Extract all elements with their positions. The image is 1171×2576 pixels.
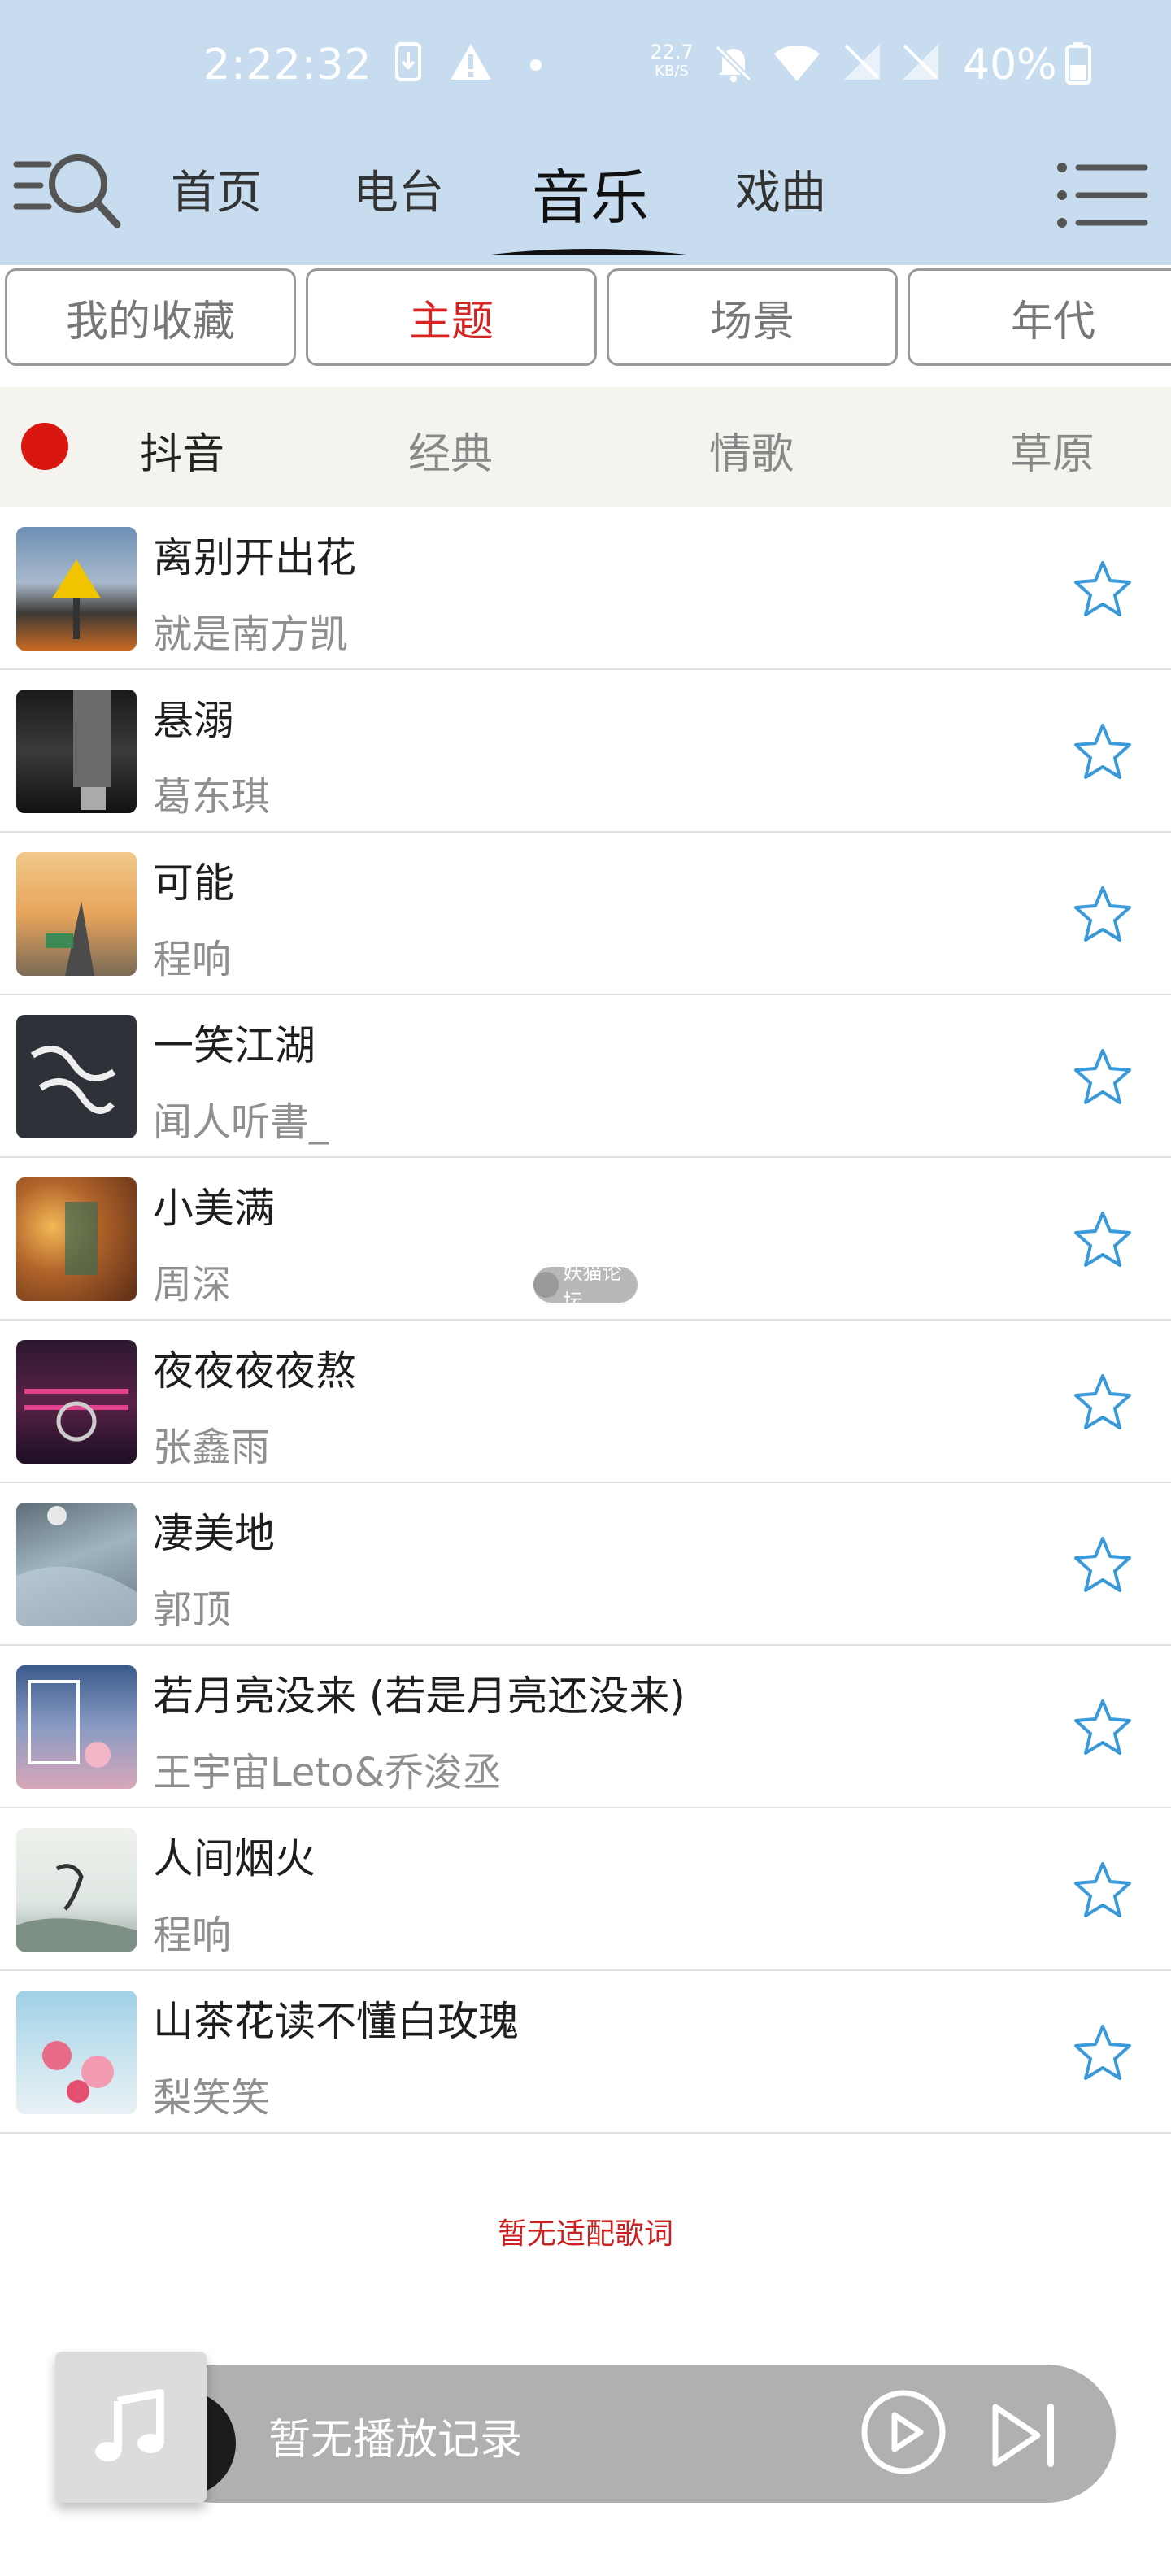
song-artist: 就是南方凯 xyxy=(153,611,349,657)
search-button[interactable] xyxy=(11,146,125,236)
net-speed-value: 22.7 xyxy=(650,41,694,63)
net-speed: 22.7 KB/S xyxy=(647,42,696,81)
song-artist: 王宇宙Leto&乔浚丞 xyxy=(153,1750,503,1795)
subtab-classic[interactable]: 经典 xyxy=(408,420,493,481)
star-icon[interactable] xyxy=(1072,720,1134,782)
category-scene[interactable]: 场景 xyxy=(607,268,898,366)
album-cover xyxy=(16,1340,137,1464)
star-icon[interactable] xyxy=(1072,2021,1134,2083)
song-row[interactable]: 若月亮没来 (若是月亮还没来) 王宇宙Leto&乔浚丞 xyxy=(0,1646,1171,1808)
status-bar: 2:22:32 22.7 KB/S 40% xyxy=(0,0,1171,130)
song-artist: 程响 xyxy=(153,937,232,982)
watermark-icon xyxy=(533,1272,559,1298)
subtab-love-songs[interactable]: 情歌 xyxy=(709,420,794,481)
song-title: 悬溺 xyxy=(153,697,234,744)
player-status-text: 暂无播放记录 xyxy=(268,2416,523,2465)
star-icon[interactable] xyxy=(1072,1859,1134,1921)
song-title: 山茶花读不懂白玫瑰 xyxy=(153,1998,519,2045)
song-row[interactable]: 凄美地 郭顶 xyxy=(0,1483,1171,1646)
skip-next-icon xyxy=(992,2404,1054,2467)
net-speed-unit: KB/S xyxy=(655,63,689,80)
song-row[interactable]: 一笑江湖 闻人听書_ xyxy=(0,995,1171,1158)
star-icon[interactable] xyxy=(1072,883,1134,945)
subtab-douyin[interactable]: 抖音 xyxy=(140,420,224,481)
dot-icon xyxy=(530,59,542,74)
song-title: 若月亮没来 (若是月亮还没来) xyxy=(153,1673,686,1720)
song-row[interactable]: 山茶花读不懂白玫瑰 梨笑笑 xyxy=(0,1971,1171,2134)
song-title: 一笑江湖 xyxy=(153,1022,316,1069)
active-tab-indicator xyxy=(491,242,686,255)
song-artist: 梨笑笑 xyxy=(153,2075,271,2121)
active-indicator-dot xyxy=(21,423,68,470)
album-cover xyxy=(16,1665,137,1789)
top-bar: 2:22:32 22.7 KB/S 40% 首页 电台 音乐 戏曲 xyxy=(0,0,1171,265)
album-cover xyxy=(16,527,137,651)
album-cover xyxy=(16,1503,137,1626)
no-signal-icon xyxy=(842,42,882,85)
main-nav: 首页 电台 音乐 戏曲 xyxy=(0,138,1171,260)
song-artist: 郭顶 xyxy=(153,1587,232,1633)
battery-percent: 40% xyxy=(963,41,1057,89)
song-title: 离别开出花 xyxy=(153,534,356,581)
song-title: 凄美地 xyxy=(153,1510,275,1557)
play-icon xyxy=(861,2390,946,2474)
status-time: 2:22:32 xyxy=(203,41,372,89)
star-icon[interactable] xyxy=(1072,1371,1134,1433)
tab-radio[interactable]: 电台 xyxy=(353,156,444,222)
album-cover xyxy=(16,690,137,813)
song-row[interactable]: 人间烟火 程响 xyxy=(0,1808,1171,1971)
song-artist: 葛东琪 xyxy=(153,774,271,820)
song-row[interactable]: 悬溺 葛东琪 xyxy=(0,670,1171,833)
warning-icon xyxy=(449,42,493,85)
song-title: 小美满 xyxy=(153,1185,275,1232)
category-era[interactable]: 年代 xyxy=(908,268,1171,366)
no-signal-icon xyxy=(901,42,940,85)
menu-button[interactable] xyxy=(1054,150,1151,239)
battery-icon xyxy=(1065,42,1091,88)
song-row[interactable]: 可能 程响 xyxy=(0,833,1171,995)
wifi-icon xyxy=(773,42,821,86)
search-icon xyxy=(13,154,121,228)
song-title: 夜夜夜夜熬 xyxy=(153,1347,356,1395)
song-title: 人间烟火 xyxy=(153,1835,316,1882)
category-theme[interactable]: 主题 xyxy=(306,268,597,366)
song-artist: 张鑫雨 xyxy=(153,1425,271,1470)
category-favorites[interactable]: 我的收藏 xyxy=(5,268,296,366)
album-cover xyxy=(16,1177,137,1301)
star-icon[interactable] xyxy=(1072,1046,1134,1107)
forum-watermark: 妖猫论坛 xyxy=(533,1261,638,1312)
album-cover xyxy=(16,1991,137,2114)
song-row[interactable]: 夜夜夜夜熬 张鑫雨 xyxy=(0,1321,1171,1483)
tab-home[interactable]: 首页 xyxy=(171,156,262,222)
song-artist: 闻人听書_ xyxy=(153,1099,329,1145)
song-row[interactable]: 离别开出花 就是南方凯 xyxy=(0,507,1171,670)
list-menu-icon xyxy=(1057,163,1148,228)
song-title: 可能 xyxy=(153,859,234,907)
album-cover xyxy=(16,1828,137,1952)
album-cover xyxy=(16,852,137,976)
mute-icon xyxy=(712,42,755,88)
song-artist: 周深 xyxy=(153,1262,232,1308)
subtab-grassland[interactable]: 草原 xyxy=(1010,420,1095,481)
star-icon[interactable] xyxy=(1072,1696,1134,1758)
song-artist: 程响 xyxy=(153,1912,232,1958)
category-bar: 我的收藏 主题 场景 年代 xyxy=(0,268,1171,368)
watermark-text: 妖猫论坛 xyxy=(563,1261,622,1312)
lyric-status: 暂无适配歌词 xyxy=(497,2217,673,2251)
star-icon[interactable] xyxy=(1072,1208,1134,1270)
album-art-placeholder[interactable] xyxy=(55,2352,207,2503)
download-icon xyxy=(394,42,423,85)
sub-tab-bar: 抖音 经典 情歌 草原 xyxy=(0,387,1171,507)
next-button[interactable] xyxy=(989,2399,1062,2472)
tab-opera[interactable]: 戏曲 xyxy=(735,156,826,222)
star-icon[interactable] xyxy=(1072,558,1134,620)
music-note-icon xyxy=(95,2389,164,2461)
album-cover xyxy=(16,1015,137,1138)
star-icon[interactable] xyxy=(1072,1534,1134,1595)
play-button[interactable] xyxy=(859,2387,948,2477)
tab-music[interactable]: 音乐 xyxy=(532,150,649,235)
